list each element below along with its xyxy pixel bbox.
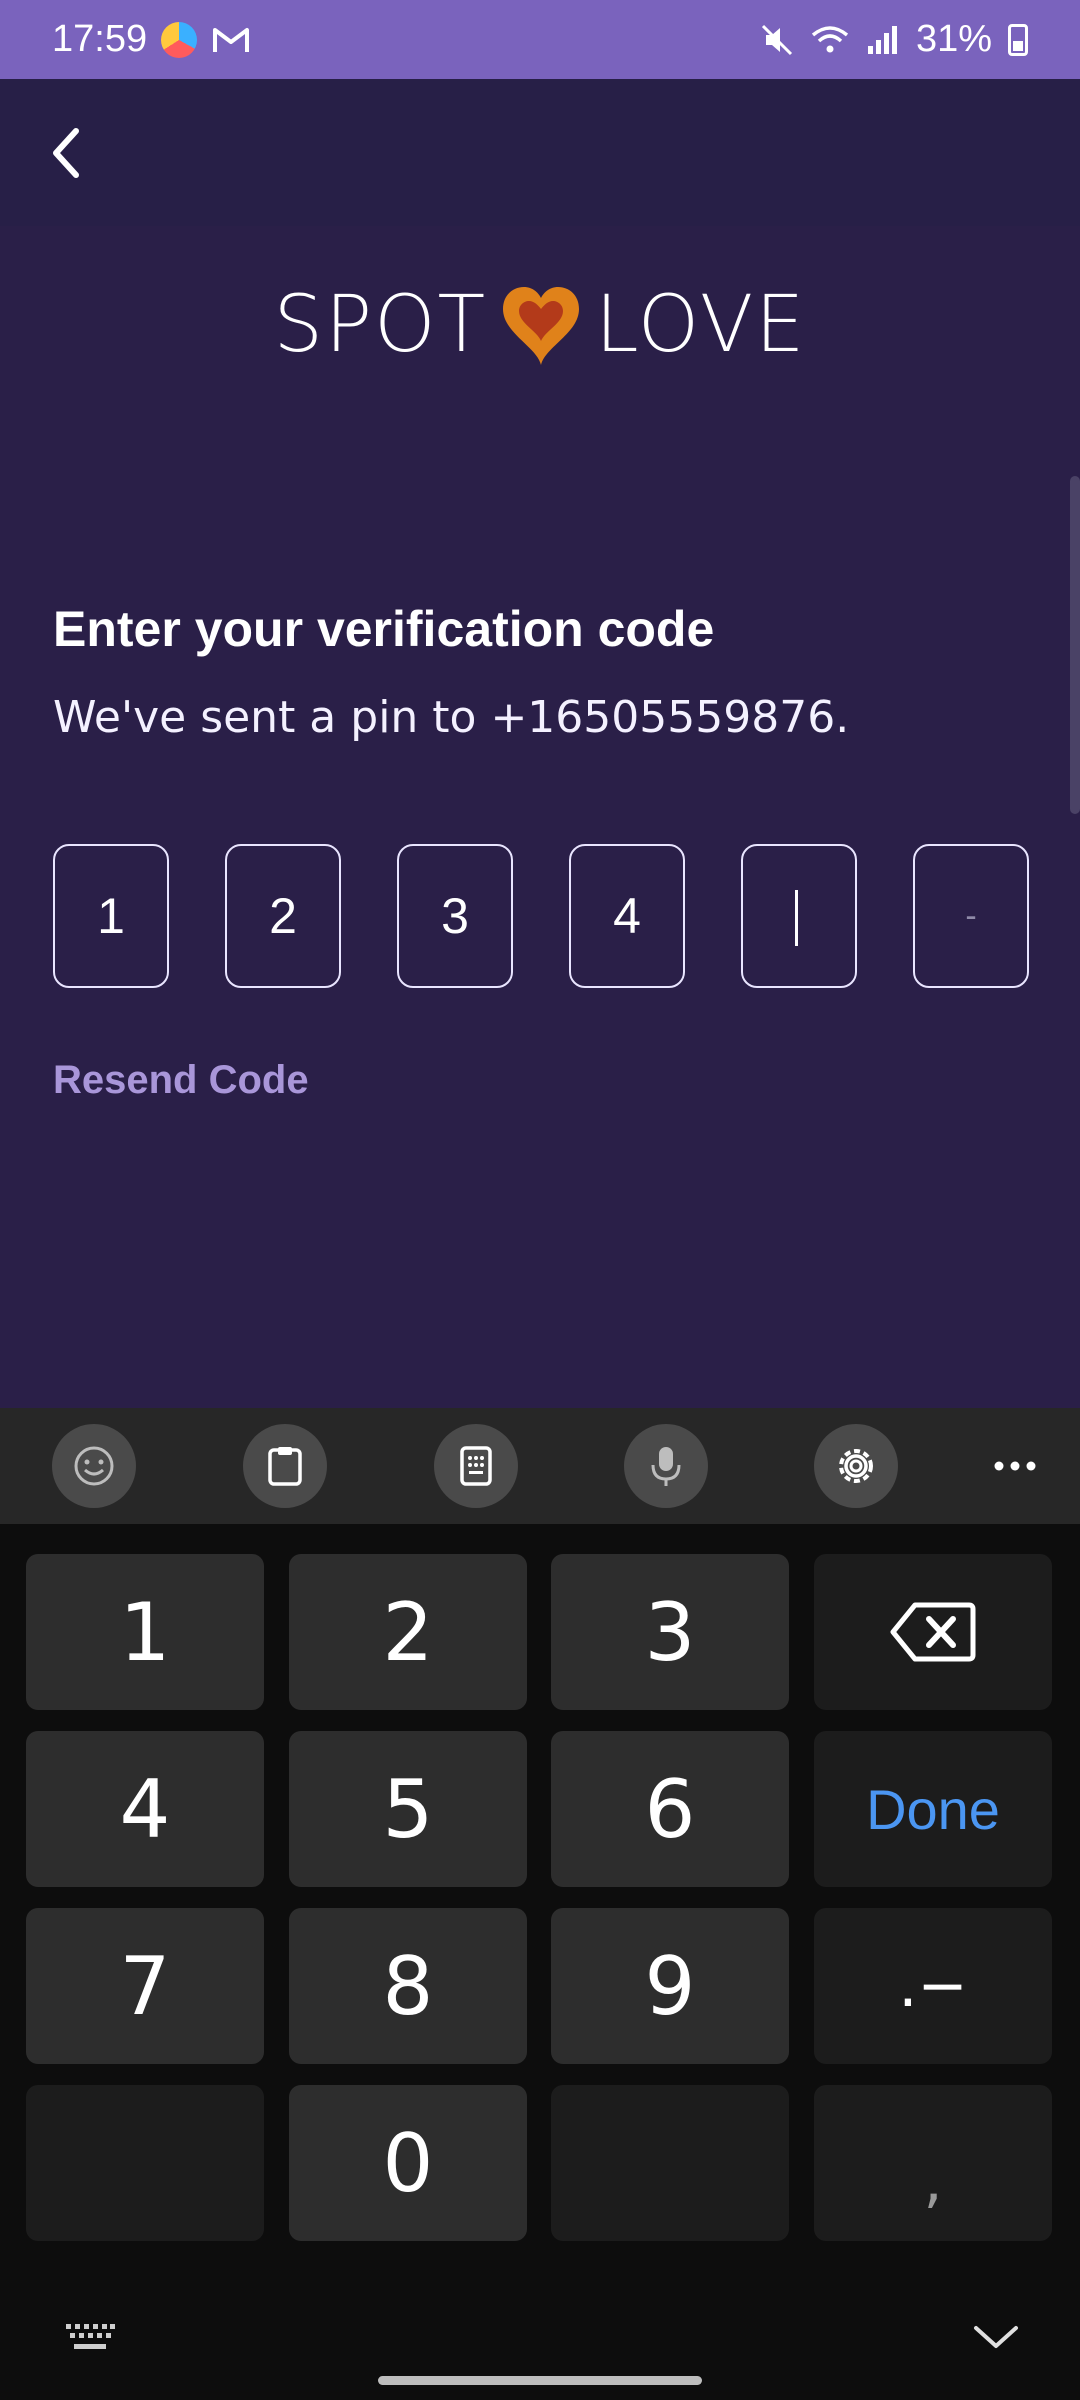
battery-icon (1008, 23, 1028, 56)
keyboard-icon (66, 2324, 115, 2349)
status-left: 17:59 (52, 18, 251, 61)
keypad-icon (460, 1446, 492, 1486)
backspace-key[interactable] (814, 1554, 1052, 1710)
browser-notification-icon (161, 21, 198, 58)
code-digit-value: 4 (613, 888, 641, 944)
back-button[interactable] (34, 117, 98, 189)
mute-icon (761, 24, 792, 55)
key-3[interactable]: 3 (551, 1554, 789, 1710)
chevron-down-icon (974, 2326, 1018, 2348)
code-digit-box-active[interactable] (741, 844, 857, 988)
wifi-icon (811, 25, 849, 52)
status-time: 17:59 (52, 18, 148, 60)
scrollbar[interactable] (1070, 476, 1080, 814)
code-digit-value: 3 (441, 888, 469, 944)
code-digit-box[interactable]: 3 (397, 844, 513, 988)
chevron-left-icon (53, 128, 79, 178)
top-app-bar (0, 79, 1080, 226)
code-digit-placeholder: - (965, 896, 977, 935)
keyboard-settings-button[interactable] (814, 1424, 898, 1508)
key-4[interactable]: 4 (26, 1731, 264, 1887)
key-9[interactable]: 9 (551, 1908, 789, 2064)
keypad-button[interactable] (434, 1424, 518, 1508)
done-key[interactable]: Done (814, 1731, 1052, 1887)
status-right: 31% (760, 18, 1028, 61)
key-5[interactable]: 5 (289, 1731, 527, 1887)
page-title: Enter your verification code (53, 601, 715, 657)
key-6[interactable]: 6 (551, 1731, 789, 1887)
symbol-key[interactable]: .− (814, 1908, 1052, 2064)
signal-icon (867, 25, 897, 54)
hide-keyboard-button[interactable] (972, 2322, 1020, 2357)
code-digit-box[interactable]: - (913, 844, 1029, 988)
comma-key[interactable]: , (814, 2085, 1052, 2241)
logo-text-left: SPOT (273, 280, 488, 370)
key-8[interactable]: 8 (289, 1908, 527, 2064)
more-horizontal-icon (994, 1461, 1036, 1471)
battery-percent: 31% (915, 18, 992, 60)
logo-text-right: LOVE (595, 280, 807, 370)
key-1[interactable]: 1 (26, 1554, 264, 1710)
blank-key (26, 2085, 264, 2241)
keyboard-toolbar (0, 1408, 1080, 1524)
clipboard-button[interactable] (243, 1424, 327, 1508)
voice-input-button[interactable] (624, 1424, 708, 1508)
code-digit-value: 2 (269, 888, 297, 944)
more-options-button[interactable] (973, 1424, 1057, 1508)
code-digit-box[interactable]: 1 (53, 844, 169, 988)
key-7[interactable]: 7 (26, 1908, 264, 2064)
code-digit-box[interactable]: 4 (569, 844, 685, 988)
navigation-handle[interactable] (378, 2376, 702, 2385)
emoji-button[interactable] (52, 1424, 136, 1508)
backspace-icon (890, 1602, 976, 1662)
verification-code-input: 1 2 3 4 - (53, 844, 1029, 988)
status-bar: 17:59 31% (0, 0, 1080, 79)
code-digit-value: 1 (97, 888, 125, 944)
text-caret (795, 890, 798, 946)
gmail-notification-icon (213, 27, 250, 52)
app-logo: SPOT LOVE (0, 280, 1080, 370)
page-subtitle: We've sent a pin to +16505559876. (53, 692, 850, 743)
key-0[interactable]: 0 (289, 2085, 527, 2241)
gear-icon (839, 1449, 873, 1483)
heart-logo-icon (503, 287, 580, 365)
blank-key (551, 2085, 789, 2241)
emoji-icon (74, 1446, 114, 1486)
microphone-icon (651, 1447, 681, 1486)
keyboard-switch-button[interactable] (64, 2322, 116, 2357)
code-digit-box[interactable]: 2 (225, 844, 341, 988)
resend-code-link[interactable]: Resend Code (53, 1058, 309, 1103)
key-2[interactable]: 2 (289, 1554, 527, 1710)
clipboard-icon (268, 1447, 302, 1486)
numeric-keyboard: 1 2 3 4 5 6 Done 7 8 9 .− 0 , (0, 1524, 1080, 2400)
